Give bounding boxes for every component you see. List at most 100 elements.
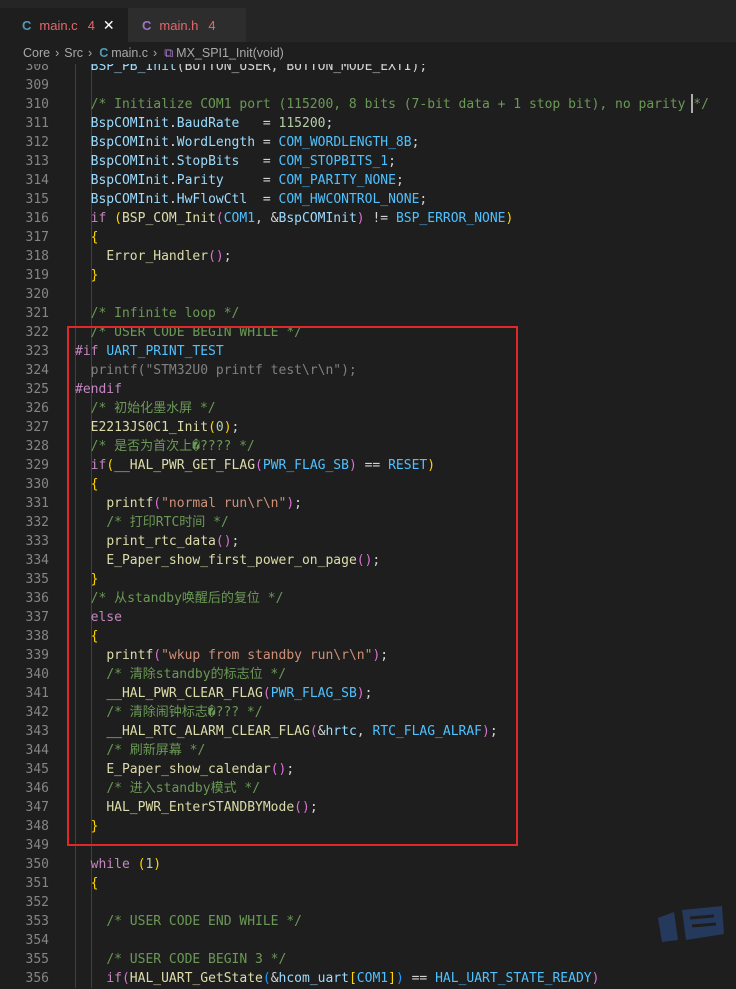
code-line[interactable]: 319 } [0, 266, 736, 285]
code-line[interactable]: 342 /* 清除闹钟标志�??? */ [0, 703, 736, 722]
code-line[interactable]: 346 /* 进入standby模式 */ [0, 779, 736, 798]
code-token: 0 [215, 420, 224, 435]
code-line[interactable]: 318 Error_Handler(); [0, 247, 736, 266]
code-line[interactable]: 323 #if UART_PRINT_TEST [0, 342, 736, 361]
breadcrumb-item-symbol[interactable]: MX_SPI1_Init(void) [176, 46, 284, 60]
code-token: BSP_COM_Init [121, 211, 216, 226]
code-text: E2213JS0C1_Init(0); [75, 418, 240, 437]
indent-guide [75, 893, 76, 912]
code-token: RTC_FLAG_ALRAF [372, 724, 483, 739]
editor-tab-bar: C main.c 4 ✕ C main.h 4 [0, 0, 736, 42]
code-token: "wkup from standby run\r\n" [161, 648, 373, 663]
code-token: ) [505, 211, 514, 226]
code-text: else [75, 608, 122, 627]
code-token: PWR_FLAG_SB [262, 458, 349, 473]
breadcrumb-item-core[interactable]: Core [23, 46, 50, 60]
code-text: /* 是否为首次上�???? */ [75, 437, 255, 456]
code-line[interactable]: 312 BspCOMInit.WordLength = COM_WORDLENG… [0, 133, 736, 152]
code-token: BspCOMInit [278, 211, 357, 226]
code-line[interactable]: 311 BspCOMInit.BaudRate = 115200; [0, 114, 736, 133]
code-line[interactable]: 328 /* 是否为首次上�???? */ [0, 437, 736, 456]
code-line[interactable]: 343 __HAL_RTC_ALARM_CLEAR_FLAG(&hrtc, RT… [0, 722, 736, 741]
code-token: "normal run\r\n" [161, 496, 287, 511]
code-line[interactable]: 314 BspCOMInit.Parity = COM_PARITY_NONE; [0, 171, 736, 190]
code-line[interactable]: 341 __HAL_PWR_CLEAR_FLAG(PWR_FLAG_SB); [0, 684, 736, 703]
code-line[interactable]: 345 E_Paper_show_calendar(); [0, 760, 736, 779]
code-line[interactable]: 353 /* USER CODE END WHILE */ [0, 912, 736, 931]
code-text: { [75, 228, 99, 247]
code-line[interactable]: 339 printf("wkup from standby run\r\n"); [0, 646, 736, 665]
code-line[interactable]: 317 { [0, 228, 736, 247]
code-line[interactable]: 349 [0, 836, 736, 855]
code-line[interactable]: 338 { [0, 627, 736, 646]
line-number: 333 [25, 534, 49, 549]
indent-guide [91, 76, 92, 95]
breadcrumb-item-file[interactable]: main.c [111, 46, 148, 60]
code-editor[interactable]: 308 BSP_PB_Init(BUTTON_USER, BUTTON_MODE… [0, 64, 736, 989]
code-line[interactable]: 337 else [0, 608, 736, 627]
code-line[interactable]: 350 while (1) [0, 855, 736, 874]
code-text: __HAL_PWR_CLEAR_FLAG(PWR_FLAG_SB); [75, 684, 372, 703]
code-line[interactable]: 320 [0, 285, 736, 304]
code-line[interactable]: 351 { [0, 874, 736, 893]
watermark-logo-icon [658, 906, 724, 942]
code-line[interactable]: 334 E_Paper_show_first_power_on_page(); [0, 551, 736, 570]
code-line[interactable]: 331 printf("normal run\r\n"); [0, 494, 736, 513]
code-line[interactable]: 336 /* 从standby唤醒后的复位 */ [0, 589, 736, 608]
code-token: ; [294, 496, 302, 511]
code-line[interactable]: 315 BspCOMInit.HwFlowCtl = COM_HWCONTROL… [0, 190, 736, 209]
tab-main-c[interactable]: C main.c 4 ✕ [0, 8, 128, 42]
code-token: == [403, 971, 436, 986]
code-line[interactable]: 326 /* 初始化墨水屏 */ [0, 399, 736, 418]
code-line[interactable]: 308 BSP_PB_Init(BUTTON_USER, BUTTON_MODE… [0, 64, 736, 76]
code-token: /* 打印RTC时间 */ [106, 515, 229, 530]
code-line[interactable]: 310 /* Initialize COM1 port (115200, 8 b… [0, 95, 736, 114]
code-line[interactable]: 332 /* 打印RTC时间 */ [0, 513, 736, 532]
code-line[interactable]: 322 /* USER CODE BEGIN WHILE */ [0, 323, 736, 342]
code-token: BspCOMInit [90, 173, 169, 188]
code-line[interactable]: 354 [0, 931, 736, 950]
code-token: __HAL_PWR_CLEAR_FLAG [106, 686, 263, 701]
code-line[interactable]: 325 #endif [0, 380, 736, 399]
code-token: ) [356, 211, 365, 226]
code-line[interactable]: 335 } [0, 570, 736, 589]
code-token: ( [262, 971, 271, 986]
code-line[interactable]: 352 [0, 893, 736, 912]
code-line[interactable]: 309 [0, 76, 736, 95]
code-line[interactable]: 348 } [0, 817, 736, 836]
code-line[interactable]: 321 /* Infinite loop */ [0, 304, 736, 323]
code-token: COM_HWCONTROL_NONE [278, 192, 420, 207]
code-text: print_rtc_data(); [75, 532, 239, 551]
code-line[interactable]: 344 /* 刷新屏幕 */ [0, 741, 736, 760]
line-number: 314 [25, 173, 49, 188]
code-token: BSP_PB_Init [90, 64, 177, 74]
code-token: ( [153, 648, 162, 663]
code-line[interactable]: 324 printf("STM32U0 printf test\r\n"); [0, 361, 736, 380]
code-line[interactable]: 333 print_rtc_data(); [0, 532, 736, 551]
code-line[interactable]: 347 HAL_PWR_EnterSTANDBYMode(); [0, 798, 736, 817]
code-line[interactable]: 329 if(__HAL_PWR_GET_FLAG(PWR_FLAG_SB) =… [0, 456, 736, 475]
symbol-method-icon: ⧉ [164, 45, 174, 60]
code-line[interactable]: 313 BspCOMInit.StopBits = COM_STOPBITS_1… [0, 152, 736, 171]
code-token: BaudRate [176, 116, 240, 131]
code-token: COM1 [356, 971, 389, 986]
breadcrumb-item-src[interactable]: Src [64, 46, 83, 60]
code-line[interactable]: 327 E2213JS0C1_Init(0); [0, 418, 736, 437]
code-token: ( [255, 458, 263, 473]
line-number: 336 [25, 591, 49, 606]
close-tab-icon[interactable]: ✕ [103, 17, 115, 34]
code-line[interactable]: 356 if(HAL_UART_GetState(&hcom_uart[COM1… [0, 969, 736, 988]
code-line[interactable]: 330 { [0, 475, 736, 494]
code-line[interactable]: 355 /* USER CODE BEGIN 3 */ [0, 950, 736, 969]
code-token: UART_PRINT_TEST [106, 344, 224, 359]
tab-main-h[interactable]: C main.h 4 [128, 8, 246, 42]
chevron-right-icon: › [153, 46, 158, 60]
code-line[interactable]: 340 /* 清除standby的标志位 */ [0, 665, 736, 684]
code-line[interactable]: 316 if (BSP_COM_Init(COM1, &BspCOMInit) … [0, 209, 736, 228]
